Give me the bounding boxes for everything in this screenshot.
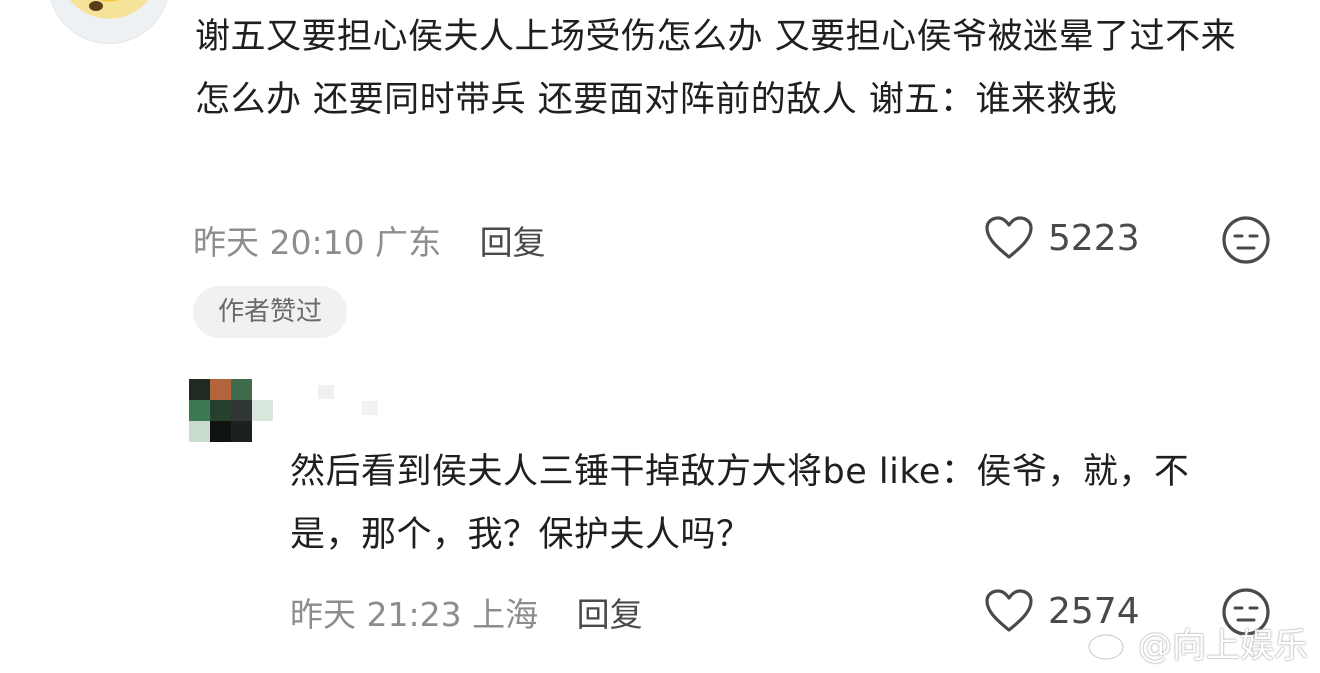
reply-username-blurred <box>318 385 378 415</box>
comment-2-reply-button[interactable]: 回复 <box>577 595 643 634</box>
author-liked-badge: 作者赞过 <box>193 286 347 338</box>
comment-2-text: 然后看到侯夫人三锤干掉敌方大将be like：侯爷，就，不是，那个，我？保护夫人… <box>290 452 1190 555</box>
comment-1-like-count: 5223 <box>1048 217 1140 259</box>
commenter-avatar[interactable] <box>48 0 170 44</box>
comment-1-reply-button[interactable]: 回复 <box>480 223 546 262</box>
reply-avatar[interactable] <box>189 379 279 444</box>
heart-outline-icon <box>985 589 1033 632</box>
comment-2-location: 上海 <box>472 595 539 634</box>
meh-face-icon[interactable] <box>1221 215 1271 265</box>
comment-1-text: 谢五又要担心侯夫人上场受伤怎么办 又要担心侯爷被迷晕了过不来怎么办 还要同时带兵… <box>195 17 1237 120</box>
weibo-logo-icon <box>1087 628 1130 660</box>
watermark-text: @向上娱乐 <box>1138 626 1308 666</box>
watermark: @向上娱乐 <box>1086 618 1308 667</box>
heart-outline-icon <box>985 216 1033 259</box>
comment-1-meta: 昨天 20:10 广东 回复 <box>193 216 546 264</box>
comment-2-time: 昨天 21:23 <box>290 595 462 634</box>
comment-1-location: 广东 <box>375 223 442 262</box>
comment-1-like-button[interactable]: 5223 <box>984 215 1140 261</box>
comment-1-time: 昨天 20:10 <box>193 223 365 262</box>
comment-2-meta: 昨天 21:23 上海 回复 <box>290 588 643 636</box>
